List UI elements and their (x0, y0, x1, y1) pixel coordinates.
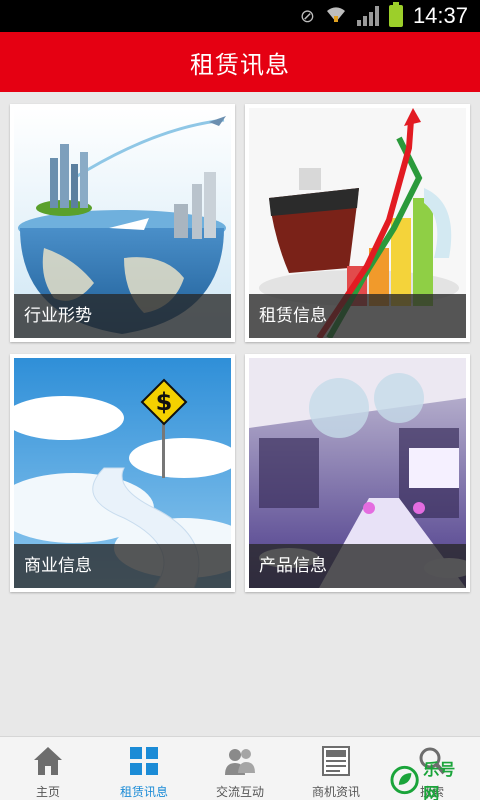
users-icon (223, 743, 257, 779)
nav-news[interactable]: 商机资讯 (288, 737, 384, 800)
card-label: 商业信息 (14, 544, 231, 588)
card-rental[interactable]: 租赁信息 (245, 104, 470, 342)
leaf-logo-icon (390, 765, 419, 795)
watermark-text: 乐号网 (423, 760, 456, 800)
signal-icon (356, 6, 379, 26)
product-image: 产品信息 (249, 358, 466, 588)
status-bar: ⊘ 14:37 (0, 0, 480, 32)
nav-label: 交流互动 (215, 785, 264, 799)
card-label: 租赁信息 (249, 294, 466, 338)
nav-label: 租赁讯息 (119, 785, 168, 799)
card-label: 行业形势 (14, 294, 231, 338)
wifi-icon (325, 4, 347, 29)
card-industry[interactable]: 行业形势 (10, 104, 235, 342)
nav-rental[interactable]: 租赁讯息 (96, 737, 192, 800)
category-grid: 行业形势 租赁信息 $ 商业信息 产品信息 (10, 104, 470, 594)
news-icon (321, 743, 351, 779)
business-image: $ 商业信息 (14, 358, 231, 588)
title-bar: 租赁讯息 (0, 32, 480, 92)
industry-image: 行业形势 (14, 108, 231, 338)
svg-text:$: $ (156, 388, 173, 416)
card-product[interactable]: 产品信息 (245, 354, 470, 592)
rental-image: 租赁信息 (249, 108, 466, 338)
grid-icon (128, 743, 160, 779)
nav-community[interactable]: 交流互动 (192, 737, 288, 800)
mute-icon: ⊘ (299, 5, 315, 27)
card-label: 产品信息 (249, 544, 466, 588)
status-time: 14:37 (412, 3, 468, 28)
card-business[interactable]: $ 商业信息 (10, 354, 235, 592)
nav-label: 商机资讯 (311, 785, 360, 799)
nav-home[interactable]: 主页 (0, 737, 96, 800)
nav-label: 主页 (35, 785, 60, 799)
battery-icon (388, 2, 403, 27)
page-title: 租赁讯息 (190, 50, 290, 79)
home-icon (32, 743, 64, 779)
watermark-logo: 乐号网 (390, 760, 470, 800)
